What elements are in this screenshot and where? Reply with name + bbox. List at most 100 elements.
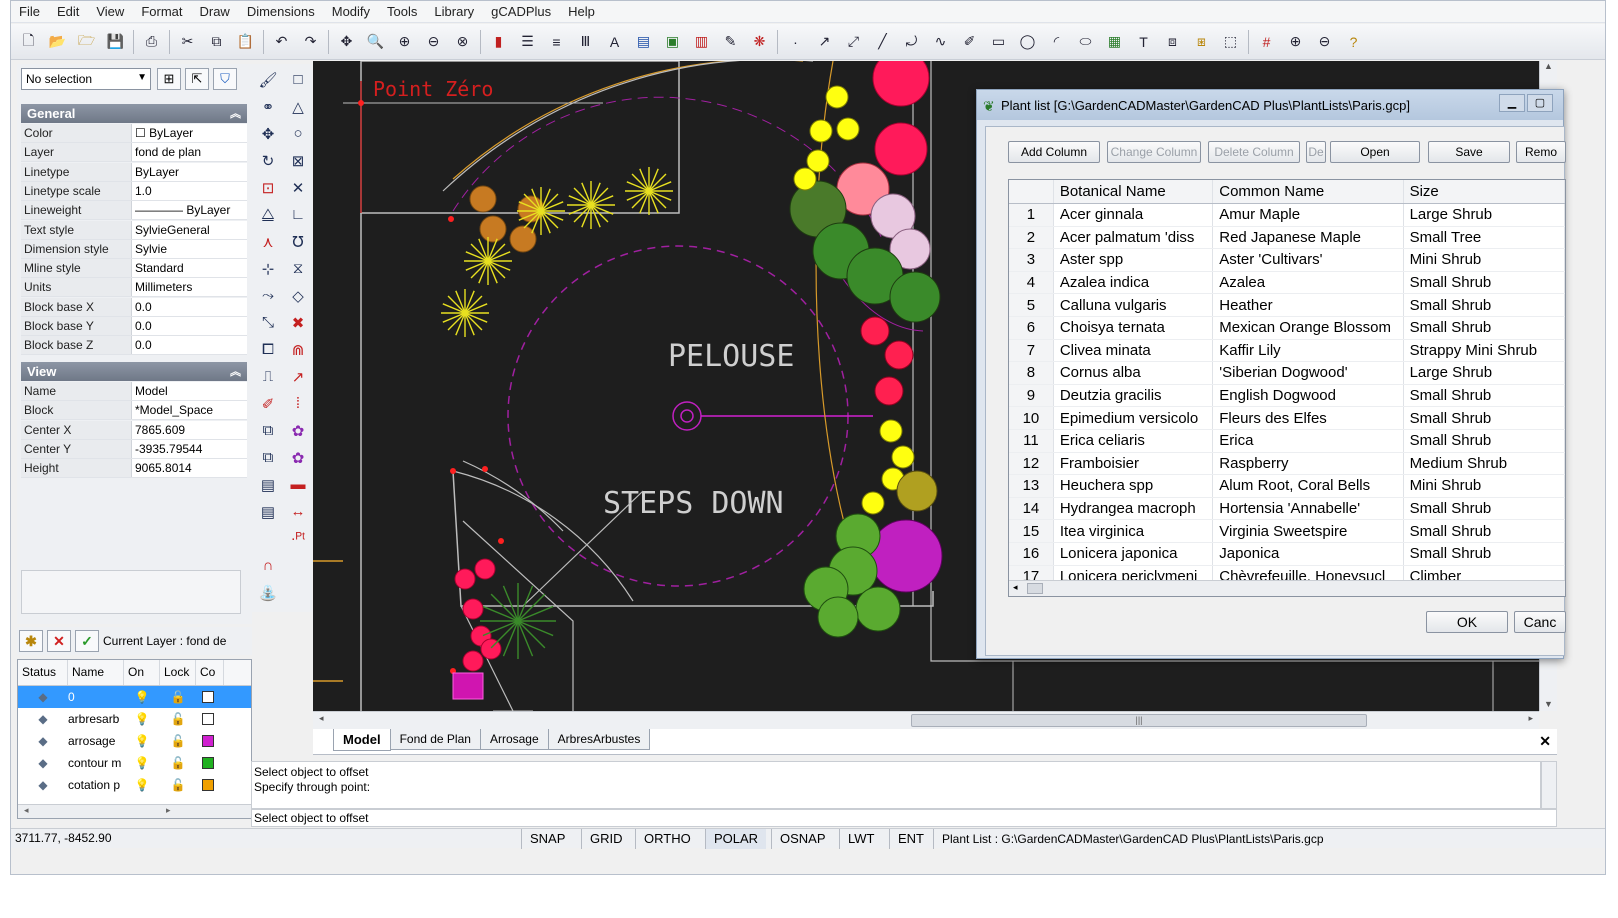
lightbulb-icon[interactable]: 💡 (124, 690, 160, 704)
table-row[interactable]: 7 Clivea minata Kaffir Lily Strappy Mini Sh… (1009, 339, 1565, 363)
tab-model[interactable]: Model (333, 729, 391, 751)
command-input[interactable]: Select object to offset (251, 809, 1557, 827)
property-row[interactable]: Block base Z 0.0 (21, 336, 247, 356)
plant-icon[interactable]: ❋ (748, 30, 771, 53)
block-icon[interactable]: ▥ (690, 30, 713, 53)
property-row[interactable]: Mline style Standard (21, 259, 247, 279)
scroll-right-icon[interactable]: ▸ (1528, 713, 1533, 724)
lightbulb-icon[interactable]: 💡 (124, 712, 160, 726)
botanical-name-cell[interactable]: Lonicera japonica (1054, 542, 1214, 565)
point-tool-icon[interactable]: ·ᴾᵗ (284, 525, 312, 552)
hourglass-icon[interactable]: ⧖ (284, 255, 312, 282)
common-name-cell[interactable]: 'Siberian Dogwood' (1213, 362, 1404, 384)
lwt-toggle[interactable]: LWT (839, 829, 882, 849)
table-row[interactable]: 9 Deutzia gracilis English Dogwood Small Sh… (1009, 384, 1565, 408)
layers-icon[interactable]: ☰ (516, 30, 539, 53)
layer-status-icon[interactable]: ◆ (18, 778, 68, 792)
property-value[interactable]: Standard (131, 259, 247, 278)
undo-icon[interactable]: ↶ (270, 30, 293, 53)
property-row[interactable]: Color ☐ ByLayer (21, 124, 247, 143)
common-name-cell[interactable]: Red Japanese Maple (1213, 226, 1404, 249)
property-row[interactable]: Block base Y 0.0 (21, 317, 247, 336)
grid-tool-icon[interactable]: # (1255, 30, 1278, 53)
menu-file[interactable]: File (19, 4, 40, 19)
col-name[interactable]: Name (68, 660, 124, 685)
property-row[interactable]: Height 9065.8014 (21, 459, 247, 479)
layer-up-icon[interactable]: ▤ (254, 498, 282, 525)
layer-color[interactable] (196, 691, 220, 703)
measure-icon[interactable]: ↗ (284, 363, 312, 390)
size-cell[interactable]: Medium Shrub (1404, 452, 1565, 475)
common-name-cell[interactable]: Japonica (1213, 542, 1404, 565)
property-row[interactable]: Name Model (21, 382, 247, 401)
layer-stack-icon[interactable]: ⧉ (254, 417, 282, 444)
arch-icon[interactable]: ∩ (254, 552, 282, 579)
insert-block-icon[interactable]: ⧈ (1161, 30, 1184, 53)
circle-tool-icon[interactable]: ○ (284, 120, 312, 147)
scale-icon[interactable]: ⊡ (254, 174, 282, 201)
property-row[interactable]: Units Millimeters (21, 278, 247, 298)
property-value[interactable]: ByLayer (131, 162, 247, 181)
table-row[interactable]: 2 Acer palmatum 'diss Red Japanese Maple Sm… (1009, 226, 1565, 250)
col-size[interactable]: Size (1404, 180, 1565, 203)
scroll-left-icon[interactable]: ◂ (1013, 582, 1018, 593)
set-current-layer-icon[interactable]: ✓ (75, 630, 99, 652)
col-color[interactable]: Co (196, 660, 224, 685)
property-value[interactable]: fond de plan (131, 143, 247, 162)
general-section-header[interactable]: General ︽ (21, 104, 247, 123)
new-file-icon[interactable]: 🗋 (17, 30, 40, 53)
layer-name[interactable]: cotation p (68, 778, 124, 792)
measure-line-icon[interactable]: ↔ (284, 498, 312, 525)
polyline-icon[interactable]: ⤾ (900, 30, 923, 53)
grid-scroll-thumb[interactable] (1027, 583, 1043, 594)
text-style-icon[interactable]: A (603, 30, 626, 53)
lock-icon[interactable]: 🔓 (160, 712, 196, 726)
common-name-cell[interactable]: Mexican Orange Blossom (1213, 316, 1404, 339)
copy-objects-icon[interactable]: ⚭ (254, 93, 282, 120)
property-row[interactable]: Center Y -3935.79544 (21, 439, 247, 459)
cut-icon[interactable]: ✂ (176, 30, 199, 53)
table-row[interactable]: 10 Epimedium versicolo Fleurs des Elfes Sma… (1009, 407, 1565, 430)
property-row[interactable]: Lineweight ———— ByLayer (21, 201, 247, 221)
botanical-name-cell[interactable]: Aster spp (1054, 249, 1214, 271)
dots-grid-icon[interactable]: ⁞ (284, 390, 312, 417)
copy-icon[interactable]: ⧉ (205, 30, 228, 53)
property-value[interactable]: -3935.79544 (131, 439, 247, 458)
menu-dimensions[interactable]: Dimensions (247, 4, 315, 19)
lock-icon[interactable]: 🔓 (160, 690, 196, 704)
diamond-icon[interactable]: ◇ (284, 282, 312, 309)
table-row[interactable]: 15 Itea virginica Virginia Sweetspire Small… (1009, 520, 1565, 543)
size-cell[interactable]: Small Shrub (1404, 407, 1565, 429)
property-value[interactable]: Millimeters (131, 278, 247, 297)
botanical-name-cell[interactable]: Cornus alba (1054, 362, 1214, 384)
size-cell[interactable]: Small Shrub (1404, 384, 1565, 407)
layer-name[interactable]: arbresarb (68, 712, 124, 726)
grid-toggle[interactable]: GRID (581, 829, 631, 849)
trim-icon[interactable]: ⊹ (254, 255, 282, 282)
menu-tools[interactable]: Tools (387, 4, 417, 19)
property-row[interactable]: Block base X 0.0 (21, 297, 247, 317)
tab-arbres-arbustes[interactable]: ArbresArbustes (547, 729, 651, 750)
botanical-name-cell[interactable]: Clivea minata (1054, 339, 1214, 362)
plant-symbol-2-icon[interactable]: ✿ (284, 444, 312, 471)
size-cell[interactable]: Small Shrub (1404, 429, 1565, 452)
table-row[interactable]: 8 Cornus alba 'Siberian Dogwood' Large Shru… (1009, 362, 1565, 385)
menu-modify[interactable]: Modify (332, 4, 370, 19)
dimension-style-icon[interactable]: ▤ (632, 30, 655, 53)
filter-icon[interactable]: ⛉ (213, 68, 237, 90)
botanical-name-cell[interactable]: Acer ginnala (1054, 204, 1214, 226)
layer-color[interactable] (196, 757, 220, 769)
size-cell[interactable]: Large Shrub (1404, 362, 1565, 384)
change-column-button[interactable]: Change Column (1107, 141, 1201, 163)
layer-row[interactable]: ◆ arrosage 💡 🔓 (18, 730, 251, 752)
tab-arrosage[interactable]: Arrosage (479, 729, 549, 750)
property-value[interactable]: ☐ ByLayer (131, 124, 247, 142)
circle-icon[interactable]: ◯ (1016, 30, 1039, 53)
size-cell[interactable]: Mini Shrub (1404, 475, 1565, 497)
lightbulb-icon[interactable]: 💡 (124, 778, 160, 792)
botanical-name-cell[interactable]: Erica celiaris (1054, 429, 1214, 452)
layer-status-icon[interactable]: ◆ (18, 756, 68, 770)
property-value[interactable]: ———— ByLayer (131, 201, 247, 220)
table-row[interactable]: 6 Choisya ternata Mexican Orange Blossom Sm… (1009, 316, 1565, 340)
size-cell[interactable]: Strappy Mini Shrub (1404, 339, 1565, 362)
